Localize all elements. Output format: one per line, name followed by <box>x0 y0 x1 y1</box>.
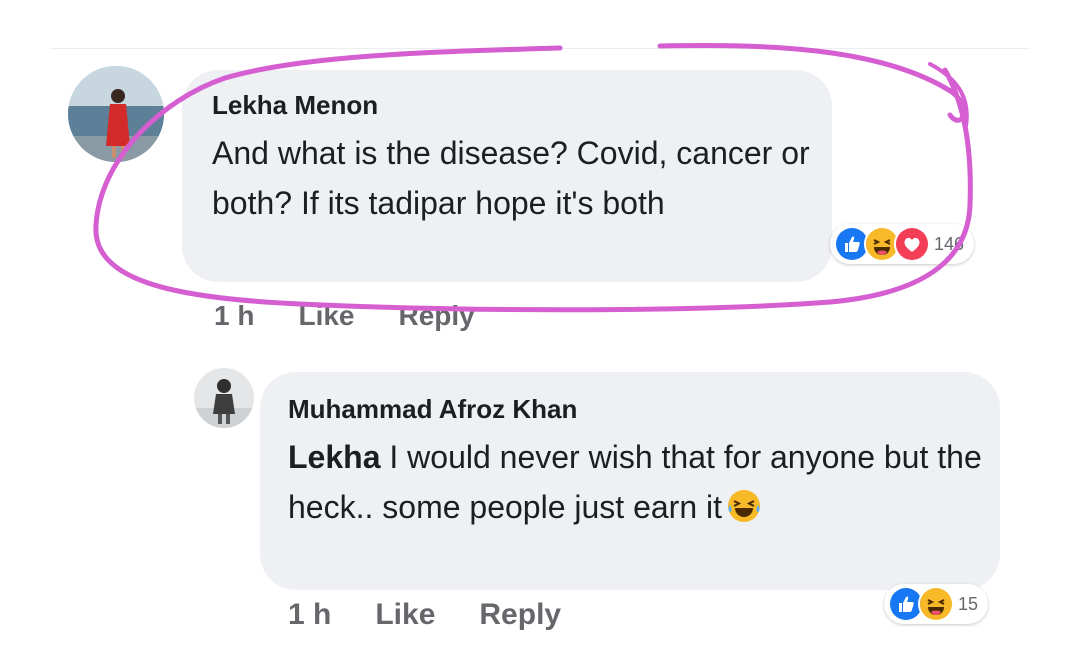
comment-bubble: Lekha Menon And what is the disease? Cov… <box>182 70 832 282</box>
like-button[interactable]: Like <box>375 598 435 632</box>
comment-author[interactable]: Lekha Menon <box>212 90 378 121</box>
laughing-emoji-icon <box>726 488 762 524</box>
avatar[interactable] <box>194 368 254 428</box>
comment-timestamp[interactable]: 1 h <box>214 300 254 332</box>
mention-link[interactable]: Lekha <box>288 439 380 475</box>
reply-button[interactable]: Reply <box>479 598 561 632</box>
avatar[interactable] <box>68 66 164 162</box>
reaction-summary[interactable]: 15 <box>884 584 989 624</box>
comment-author[interactable]: Muhammad Afroz Khan <box>288 394 577 425</box>
comment-actions: 1 h Like Reply <box>288 598 605 632</box>
reply-button[interactable]: Reply <box>399 300 475 332</box>
comment-timestamp[interactable]: 1 h <box>288 598 331 632</box>
comment-text: Lekha I would never wish that for anyone… <box>288 432 988 532</box>
love-icon <box>894 226 930 262</box>
comment-bubble: Muhammad Afroz Khan Lekha I would never … <box>260 372 1000 590</box>
comment-text-body: I would never wish that for anyone but t… <box>288 439 982 525</box>
haha-icon <box>918 586 954 622</box>
comment-actions: 1 h Like Reply <box>214 300 519 332</box>
reaction-summary[interactable]: 146 <box>830 224 975 264</box>
comment-text: And what is the disease? Covid, cancer o… <box>212 135 810 221</box>
reaction-count: 15 <box>958 593 979 614</box>
like-button[interactable]: Like <box>298 300 354 332</box>
reaction-count: 146 <box>934 233 965 254</box>
